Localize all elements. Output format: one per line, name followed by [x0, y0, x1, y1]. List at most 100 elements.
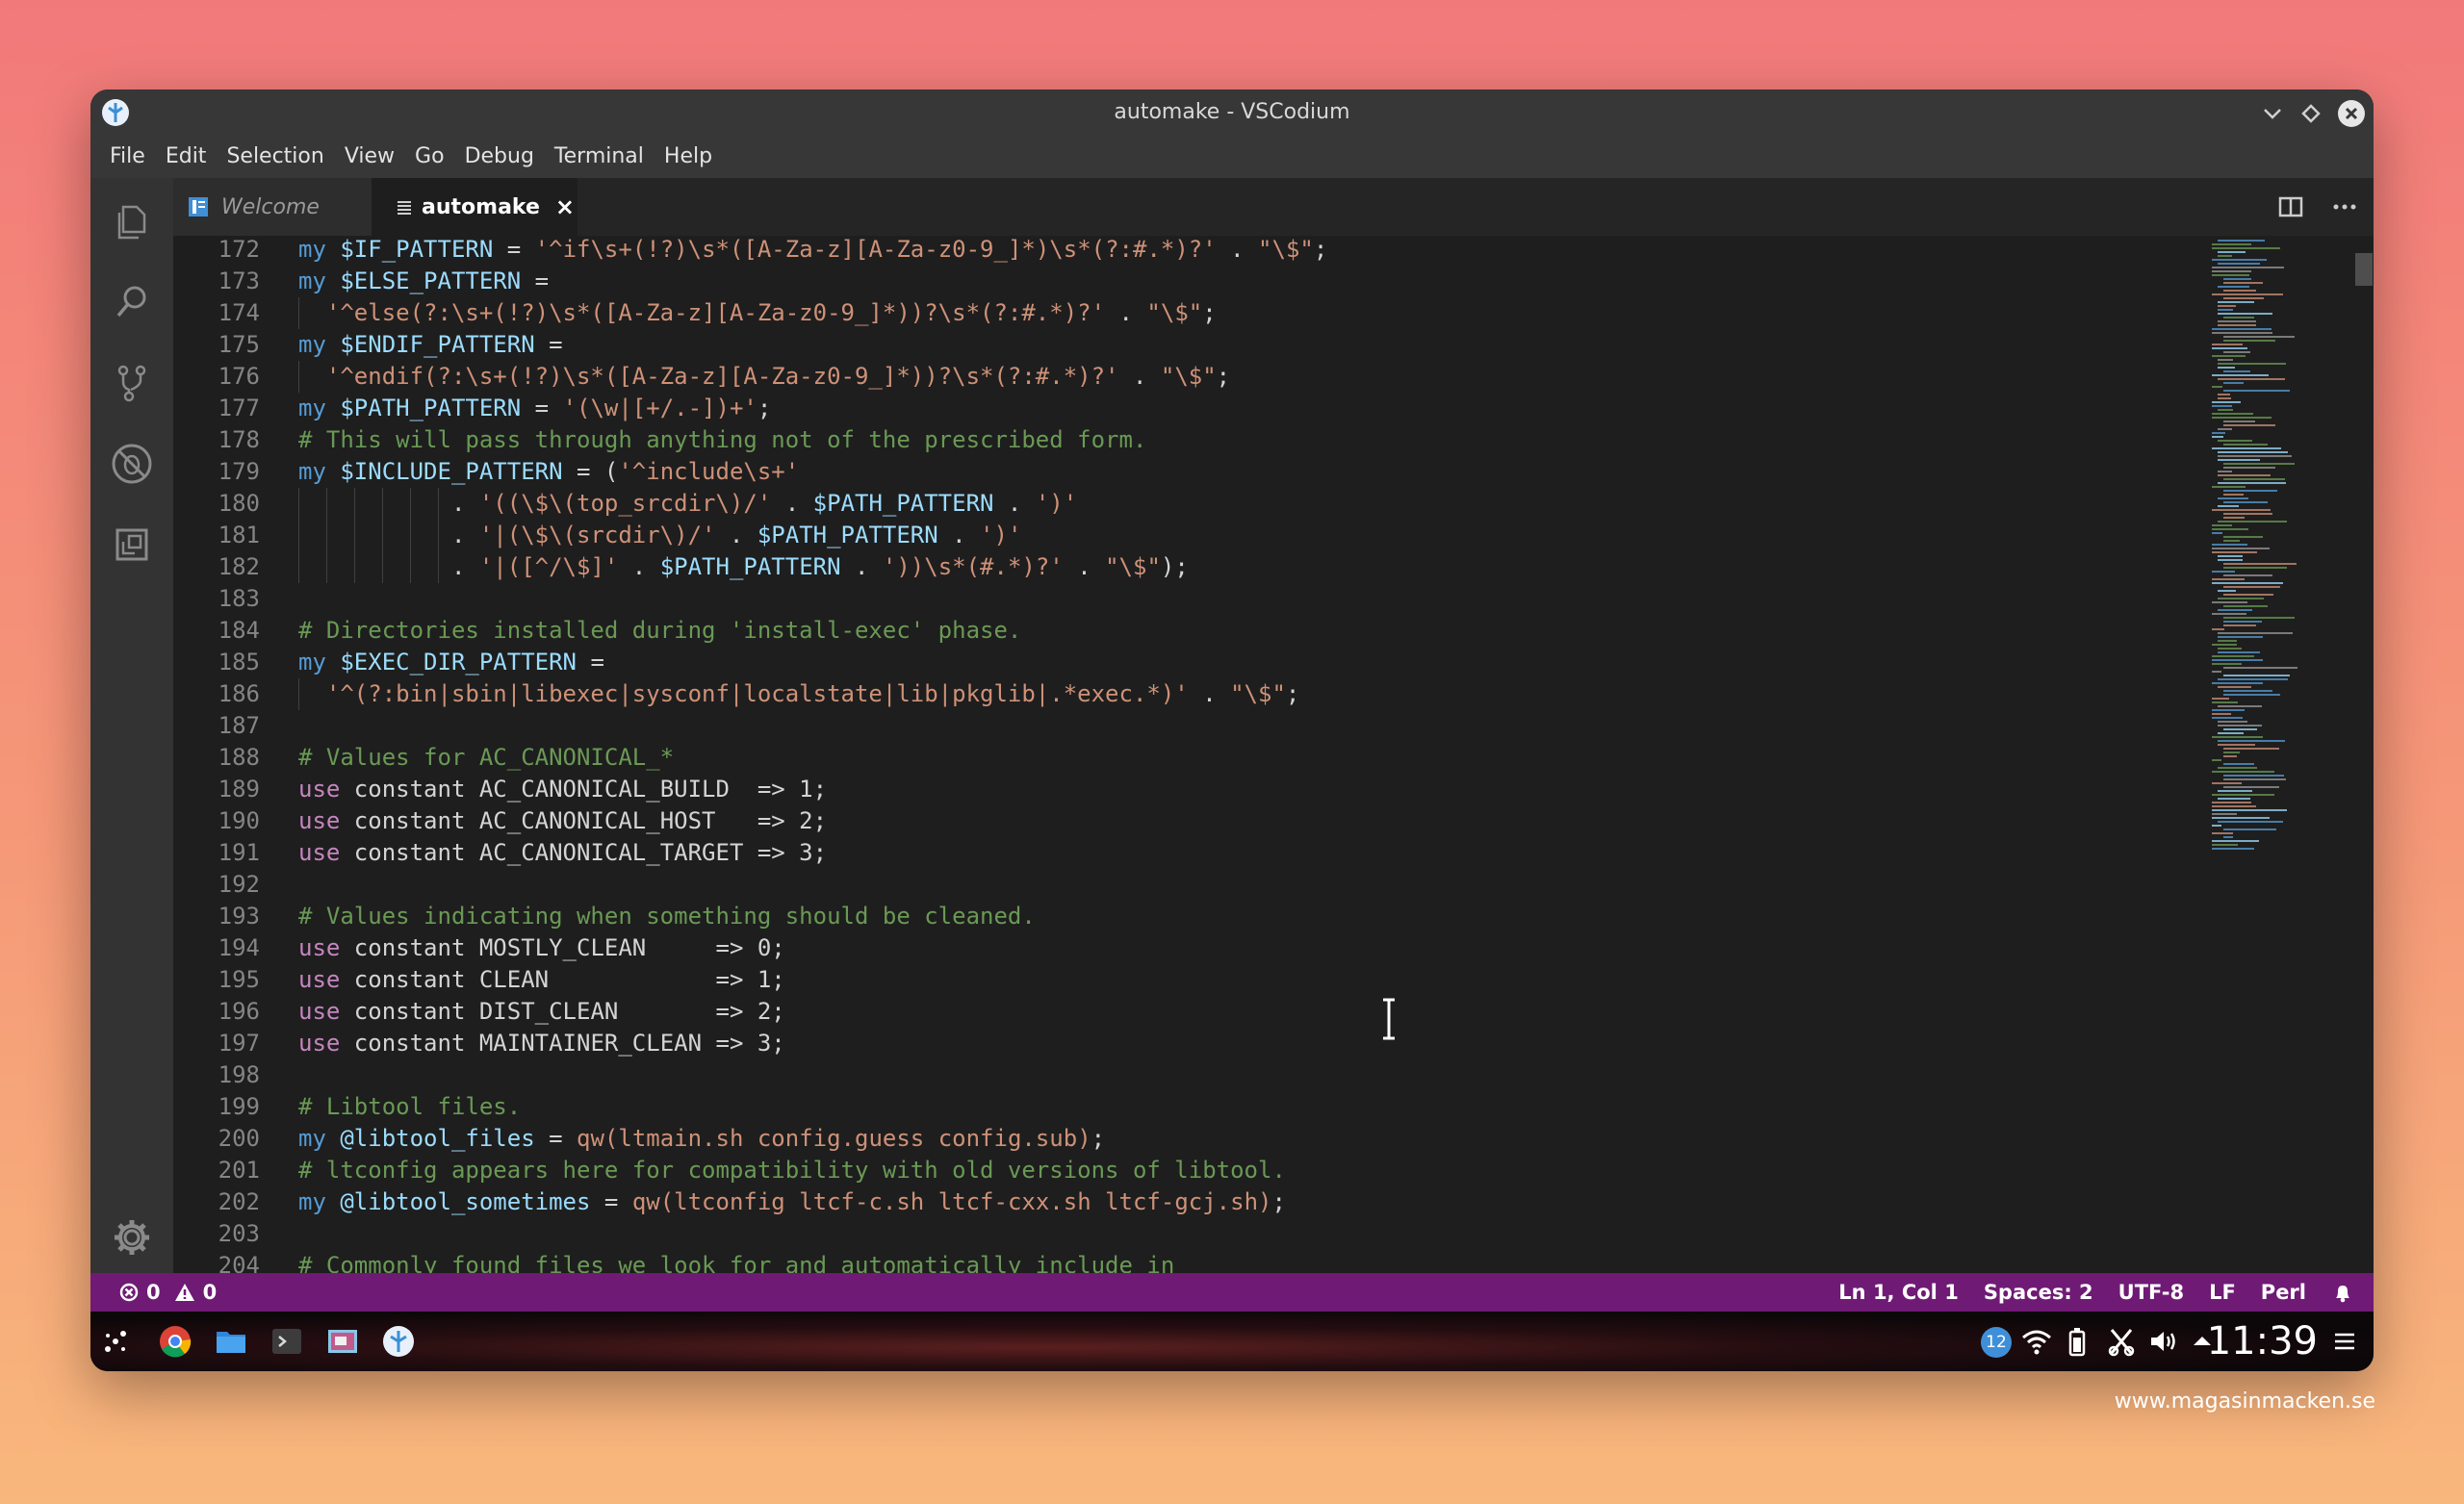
minimap-line [2223, 478, 2285, 480]
minimap-line [2223, 513, 2272, 515]
settings-gear-icon[interactable] [110, 1215, 154, 1260]
line-text: # Values for AC_CANONICAL_* [298, 742, 674, 774]
more-actions-icon[interactable] [2329, 191, 2360, 222]
files-icon[interactable] [214, 1324, 248, 1359]
minimap-line [2223, 617, 2295, 619]
code-line[interactable]: 196 use constant DIST_CLEAN => 2; [173, 996, 2194, 1028]
menu-view[interactable]: View [335, 136, 405, 178]
tools-icon[interactable] [2104, 1324, 2139, 1359]
code-line[interactable]: 187 [173, 710, 2194, 742]
debug-icon[interactable] [110, 442, 154, 486]
code-line[interactable]: 204 # Commonly found files we look for an… [173, 1250, 2194, 1273]
extensions-icon[interactable] [110, 523, 154, 567]
code-line[interactable]: 185 my $EXEC_DIR_PATTERN = [173, 647, 2194, 678]
code-line[interactable]: 194 use constant MOSTLY_CLEAN => 0; [173, 932, 2194, 964]
encoding[interactable]: UTF-8 [2118, 1273, 2184, 1312]
code-line[interactable]: 193 # Values indicating when something sh… [173, 901, 2194, 932]
code-line[interactable]: 174 '^else(?:\s+(!?)\s*([A-Za-z][A-Za-z0… [173, 297, 2194, 329]
code-line[interactable]: 189 use constant AC_CANONICAL_BUILD => 1; [173, 774, 2194, 805]
menu-icon[interactable] [2327, 1324, 2362, 1359]
code-line[interactable]: 191 use constant AC_CANONICAL_TARGET => 3… [173, 837, 2194, 869]
code-line[interactable]: 192 [173, 869, 2194, 901]
split-editor-icon[interactable] [2275, 191, 2306, 222]
volume-icon[interactable] [2146, 1324, 2181, 1359]
code-line[interactable]: 200 my @libtool_files = qw(ltmain.sh conf… [173, 1123, 2194, 1155]
menu-edit[interactable]: Edit [156, 136, 218, 178]
minimap[interactable] [2208, 236, 2323, 1273]
code-token: = [521, 268, 550, 294]
source-control-icon[interactable] [110, 361, 154, 405]
minimap-line [2223, 667, 2297, 669]
watermark: www.magasinmacken.se [2114, 1389, 2375, 1414]
code-line[interactable]: 183 [173, 583, 2194, 615]
bell-icon[interactable] [2331, 1281, 2354, 1304]
launcher-icon[interactable] [98, 1324, 133, 1359]
minimap-line [2223, 567, 2287, 569]
code-token: . [298, 490, 479, 517]
explorer-icon[interactable] [110, 199, 154, 243]
minimap-line [2218, 732, 2244, 734]
code-token: = [534, 1125, 578, 1152]
problems-indicator[interactable]: 0 0 [119, 1273, 217, 1312]
editor-area[interactable]: 172 my $IF_PATTERN = '^if\s+(!?)\s*([A-Za… [173, 236, 2374, 1273]
code-view[interactable]: 172 my $IF_PATTERN = '^if\s+(!?)\s*([A-Za… [173, 236, 2194, 1273]
end-of-line[interactable]: LF [2209, 1273, 2236, 1312]
code-line[interactable]: 188 # Values for AC_CANONICAL_* [173, 742, 2194, 774]
code-line[interactable]: 199 # Libtool files. [173, 1091, 2194, 1123]
minimize-icon[interactable] [2258, 99, 2287, 128]
vertical-scrollbar[interactable] [2352, 236, 2374, 1273]
code-line[interactable]: 197 use constant MAINTAINER_CLEAN => 3; [173, 1028, 2194, 1059]
code-line[interactable]: 172 my $IF_PATTERN = '^if\s+(!?)\s*([A-Za… [173, 236, 2194, 266]
code-line[interactable]: 186 '^(?:bin|sbin|libexec|sysconf|locals… [173, 678, 2194, 710]
search-icon[interactable] [110, 280, 154, 324]
code-line[interactable]: 198 [173, 1059, 2194, 1091]
menu-help[interactable]: Help [654, 136, 723, 178]
vscodium-icon[interactable] [381, 1324, 416, 1359]
code-line[interactable]: 190 use constant AC_CANONICAL_HOST => 2; [173, 805, 2194, 837]
code-token: . [298, 522, 479, 548]
code-token: ; [1091, 1125, 1106, 1152]
minimap-line [2212, 332, 2272, 334]
language-mode[interactable]: Perl [2261, 1273, 2306, 1312]
tab-welcome[interactable]: Welcome [173, 178, 372, 236]
clock[interactable]: 11:39 [2207, 1312, 2318, 1371]
chrome-icon[interactable] [158, 1324, 192, 1359]
code-line[interactable]: 201 # ltconfig appears here for compatibi… [173, 1155, 2194, 1186]
tab-close-button[interactable]: × [555, 193, 575, 220]
menu-selection[interactable]: Selection [217, 136, 334, 178]
minimap-line [2212, 355, 2246, 357]
code-line[interactable]: 202 my @libtool_sometimes = qw(ltconfig l… [173, 1186, 2194, 1218]
code-line[interactable]: 182 . '|([^/\$]' . $PATH_PATTERN . '))\s… [173, 551, 2194, 583]
code-line[interactable]: 177 my $PATH_PATTERN = '(\w|[+/.-])+'; [173, 393, 2194, 424]
menu-debug[interactable]: Debug [455, 136, 545, 178]
wifi-icon[interactable] [2019, 1324, 2054, 1359]
code-line[interactable]: 176 '^endif(?:\s+(!?)\s*([A-Za-z][A-Za-z… [173, 361, 2194, 393]
indentation[interactable]: Spaces: 2 [1984, 1273, 2093, 1312]
cursor-position[interactable]: Ln 1, Col 1 [1838, 1273, 1959, 1312]
minimap-line [2212, 386, 2222, 388]
code-line[interactable]: 195 use constant CLEAN => 1; [173, 964, 2194, 996]
screenshot-icon[interactable] [325, 1324, 360, 1359]
notification-badge[interactable]: 12 [1981, 1327, 2012, 1358]
maximize-icon[interactable] [2297, 99, 2325, 128]
minimap-line [2218, 301, 2254, 303]
code-line[interactable]: 175 my $ENDIF_PATTERN = [173, 329, 2194, 361]
code-line[interactable]: 180 . '((\$\(top_srcdir\)/' . $PATH_PATT… [173, 488, 2194, 520]
menu-terminal[interactable]: Terminal [545, 136, 654, 178]
terminal-icon[interactable] [270, 1324, 304, 1359]
tab-automake[interactable]: automake × [372, 178, 578, 236]
code-line[interactable]: 179 my $INCLUDE_PATTERN = ('^include\s+' [173, 456, 2194, 488]
close-icon[interactable] [2337, 99, 2366, 128]
minimap-line [2218, 725, 2262, 727]
menu-go[interactable]: Go [405, 136, 455, 178]
menu-file[interactable]: File [100, 136, 156, 178]
scrollbar-thumb[interactable] [2355, 253, 2373, 286]
code-line[interactable]: 178 # This will pass through anything not… [173, 424, 2194, 456]
code-line[interactable]: 173 my $ELSE_PATTERN = [173, 266, 2194, 297]
battery-icon[interactable] [2060, 1324, 2094, 1359]
minimap-line [2212, 548, 2270, 549]
code-line[interactable]: 203 [173, 1218, 2194, 1250]
code-line[interactable]: 181 . '|(\$\(srcdir\)/' . $PATH_PATTERN … [173, 520, 2194, 551]
code-line[interactable]: 184 # Directories installed during 'insta… [173, 615, 2194, 647]
minimap-line [2218, 455, 2292, 457]
